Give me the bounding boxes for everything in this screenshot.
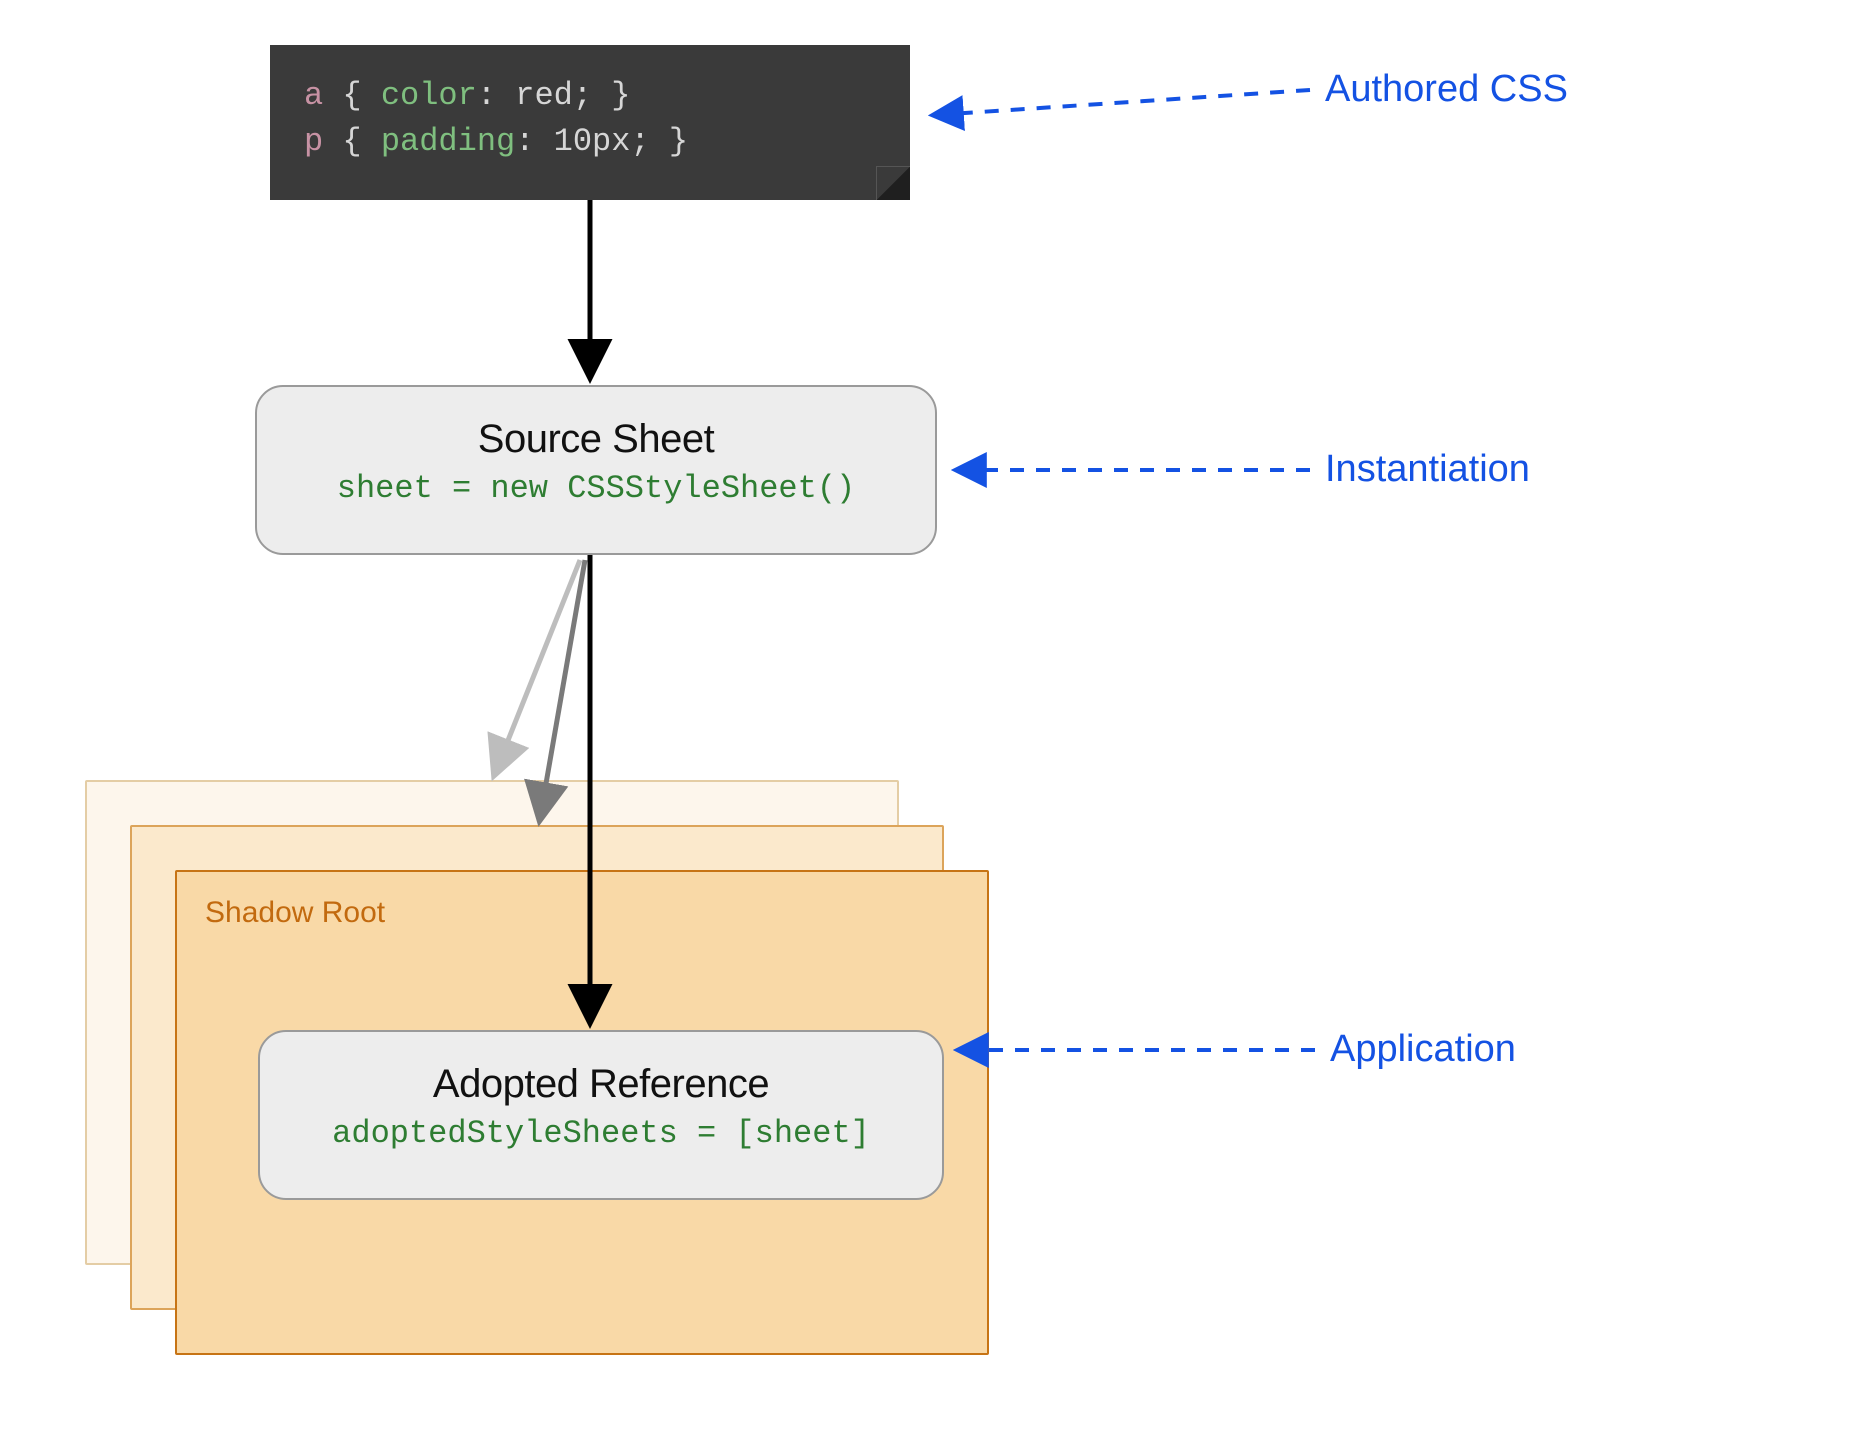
adopted-reference-title: Adopted Reference — [260, 1062, 942, 1107]
arrow-source-to-shadowroot-back — [495, 560, 580, 773]
code-block-authored-css: a { color: red; } p { padding: 10px; } — [270, 45, 910, 200]
page-fold-icon — [876, 166, 910, 200]
code-line-1: a { color: red; } — [304, 73, 876, 119]
source-sheet-box: Source Sheet sheet = new CSSStyleSheet() — [255, 385, 937, 555]
code-property: color — [381, 77, 477, 114]
code-value: 10px — [554, 123, 631, 160]
code-value: red — [515, 77, 573, 114]
annotation-authored-css: Authored CSS — [1325, 68, 1568, 111]
code-brace-close: } — [669, 123, 688, 160]
code-property: padding — [381, 123, 515, 160]
annotation-application: Application — [1330, 1028, 1516, 1071]
source-sheet-code: sheet = new CSSStyleSheet() — [257, 470, 935, 507]
annotation-instantiation: Instantiation — [1325, 448, 1530, 491]
code-selector: p — [304, 123, 323, 160]
code-selector: a — [304, 77, 323, 114]
code-line-2: p { padding: 10px; } — [304, 119, 876, 165]
annotation-arrow-authored-css — [935, 90, 1310, 115]
source-sheet-title: Source Sheet — [257, 417, 935, 462]
diagram-stage: a { color: red; } p { padding: 10px; } S… — [0, 0, 1874, 1430]
shadow-root-label: Shadow Root — [205, 896, 385, 930]
adopted-reference-box: Adopted Reference adoptedStyleSheets = [… — [258, 1030, 944, 1200]
adopted-reference-code: adoptedStyleSheets = [sheet] — [260, 1115, 942, 1152]
code-brace-close: } — [611, 77, 630, 114]
